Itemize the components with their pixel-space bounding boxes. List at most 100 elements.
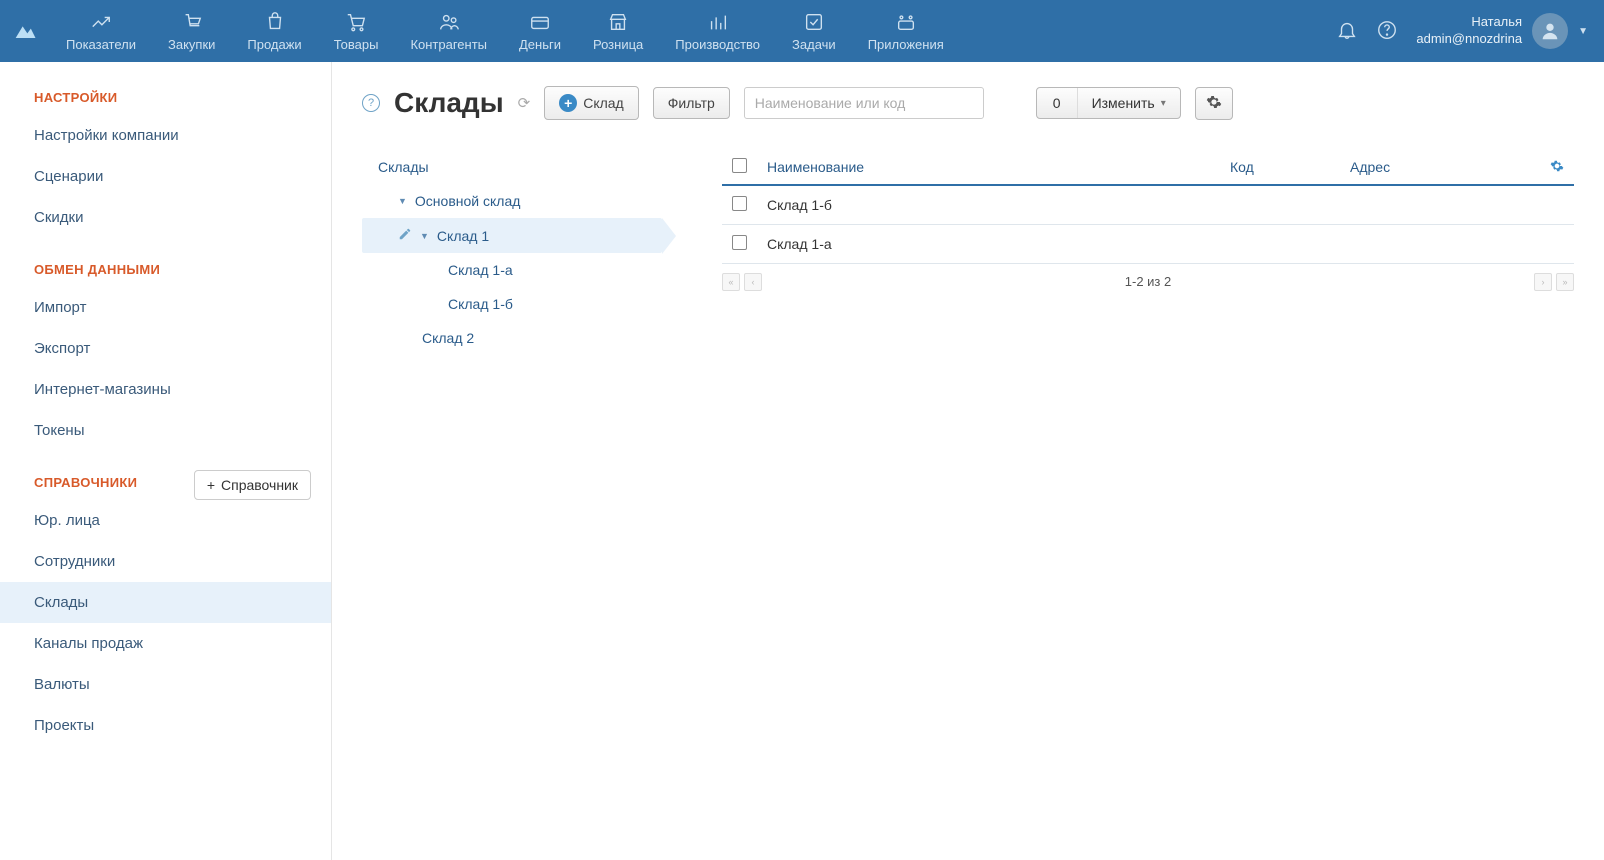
user-name: Наталья — [1416, 14, 1522, 31]
nav-label: Товары — [334, 37, 379, 52]
nav-label: Производство — [675, 37, 760, 52]
page-header: ? Склады ⟳ + Склад Фильтр 0 Изменить ▾ — [362, 86, 1574, 120]
tree-label: Склад 1-а — [448, 262, 513, 278]
tree-node-sklad1[interactable]: ▼ Склад 1 — [362, 218, 662, 253]
main-area: ? Склады ⟳ + Склад Фильтр 0 Изменить ▾ Ск… — [332, 62, 1604, 860]
plus-circle-icon: + — [559, 94, 577, 112]
sidebar-group-settings: НАСТРОЙКИ — [0, 84, 331, 115]
nav-tasks[interactable]: Задачи — [776, 3, 852, 60]
tree-node-main[interactable]: ▼Основной склад — [362, 184, 662, 218]
user-login: admin@nnozdrina — [1416, 31, 1522, 48]
sidebar-item-scenarios[interactable]: Сценарии — [0, 156, 331, 197]
nav-items: Показатели Закупки Продажи Товары Контра… — [50, 3, 1336, 60]
filter-label: Фильтр — [668, 95, 715, 111]
add-directory-label: Справочник — [221, 477, 298, 493]
nav-label: Показатели — [66, 37, 136, 52]
nav-apps[interactable]: Приложения — [852, 3, 960, 60]
change-count: 0 — [1037, 88, 1078, 118]
sidebar-item-sales-channels[interactable]: Каналы продаж — [0, 623, 331, 664]
row-checkbox[interactable] — [732, 196, 747, 211]
top-nav: Показатели Закупки Продажи Товары Контра… — [0, 0, 1604, 62]
user-menu[interactable]: Наталья admin@nnozdrina ▼ — [1416, 13, 1588, 49]
sidebar-item-ecommerce[interactable]: Интернет-магазины — [0, 369, 331, 410]
row-checkbox[interactable] — [732, 235, 747, 250]
tree-label: Склады — [378, 159, 429, 175]
add-directory-button[interactable]: + Справочник — [194, 470, 311, 500]
nav-label: Задачи — [792, 37, 836, 52]
tree-node-sklad1b[interactable]: Склад 1-б — [362, 287, 662, 321]
tree-label: Склад 1 — [437, 228, 489, 244]
add-warehouse-label: Склад — [583, 95, 624, 111]
tree-label: Склад 1-б — [448, 296, 513, 312]
caret-down-icon: ▾ — [1161, 98, 1166, 109]
settings-button[interactable] — [1195, 87, 1233, 120]
tree-label: Склад 2 — [422, 330, 474, 346]
nav-production[interactable]: Производство — [659, 3, 776, 60]
pager-next-icon[interactable]: › — [1534, 273, 1552, 291]
nav-retail[interactable]: Розница — [577, 3, 659, 60]
nav-right: Наталья admin@nnozdrina ▼ — [1336, 13, 1604, 49]
sidebar-item-import[interactable]: Импорт — [0, 287, 331, 328]
sidebar-item-company-settings[interactable]: Настройки компании — [0, 115, 331, 156]
sidebar-item-tokens[interactable]: Токены — [0, 410, 331, 451]
table-row[interactable]: Склад 1-б — [722, 185, 1574, 225]
pencil-icon[interactable] — [398, 227, 412, 244]
sidebar-item-currencies[interactable]: Валюты — [0, 664, 331, 705]
warehouse-tree: Склады ▼Основной склад ▼ Склад 1 Склад 1… — [362, 150, 662, 355]
pager: « ‹ 1-2 из 2 › » — [722, 264, 1574, 299]
help-icon[interactable] — [1376, 19, 1398, 44]
gear-icon[interactable] — [1550, 159, 1564, 173]
col-header-name[interactable]: Наименование — [757, 150, 1220, 185]
nav-label: Продажи — [247, 37, 301, 52]
bell-icon[interactable] — [1336, 19, 1358, 44]
pager-first-icon[interactable]: « — [722, 273, 740, 291]
nav-label: Розница — [593, 37, 643, 52]
tree-node-sklad2[interactable]: Склад 2 — [362, 321, 662, 355]
refresh-icon[interactable]: ⟳ — [518, 94, 531, 112]
nav-label: Приложения — [868, 37, 944, 52]
sidebar-item-warehouses[interactable]: Склады — [0, 582, 331, 623]
nav-label: Деньги — [519, 37, 561, 52]
nav-label: Закупки — [168, 37, 215, 52]
table-row[interactable]: Склад 1-а — [722, 225, 1574, 264]
page-help-icon[interactable]: ? — [362, 94, 380, 112]
sidebar-group-exchange: ОБМЕН ДАННЫМИ — [0, 256, 331, 287]
page-title: Склады — [394, 87, 504, 119]
avatar-icon — [1532, 13, 1568, 49]
tree-node-sklad1a[interactable]: Склад 1-а — [362, 253, 662, 287]
pager-last-icon[interactable]: » — [1556, 273, 1574, 291]
nav-purchases[interactable]: Закупки — [152, 3, 231, 60]
caret-down-icon: ▼ — [420, 231, 429, 241]
nav-sales[interactable]: Продажи — [231, 3, 317, 60]
col-header-address[interactable]: Адрес — [1340, 150, 1540, 185]
search-input[interactable] — [744, 87, 984, 119]
pager-text: 1-2 из 2 — [1125, 274, 1171, 289]
cell-name: Склад 1-а — [757, 225, 1220, 264]
change-label: Изменить — [1092, 95, 1155, 111]
sidebar-item-projects[interactable]: Проекты — [0, 705, 331, 746]
nav-indicators[interactable]: Показатели — [50, 3, 152, 60]
sidebar-item-export[interactable]: Экспорт — [0, 328, 331, 369]
sidebar-group-directories: СПРАВОЧНИКИ — [0, 469, 171, 500]
select-all-checkbox[interactable] — [732, 158, 747, 173]
sidebar-item-employees[interactable]: Сотрудники — [0, 541, 331, 582]
pager-prev-icon[interactable]: ‹ — [744, 273, 762, 291]
change-dropdown[interactable]: 0 Изменить ▾ — [1036, 87, 1181, 119]
nav-counterparties[interactable]: Контрагенты — [394, 3, 503, 60]
sidebar-item-discounts[interactable]: Скидки — [0, 197, 331, 238]
warehouse-table: Наименование Код Адрес Склад 1-б — [722, 150, 1574, 355]
app-logo[interactable] — [0, 17, 50, 45]
gear-icon — [1206, 94, 1222, 110]
add-warehouse-button[interactable]: + Склад — [544, 86, 639, 120]
filter-button[interactable]: Фильтр — [653, 87, 730, 119]
caret-down-icon: ▼ — [1578, 26, 1588, 37]
sidebar: НАСТРОЙКИ Настройки компании Сценарии Ск… — [0, 62, 332, 860]
tree-root[interactable]: Склады — [362, 150, 662, 184]
nav-products[interactable]: Товары — [318, 3, 395, 60]
nav-label: Контрагенты — [410, 37, 487, 52]
cell-name: Склад 1-б — [757, 185, 1220, 225]
plus-icon: + — [207, 477, 215, 493]
sidebar-item-legal-entities[interactable]: Юр. лица — [0, 500, 331, 541]
col-header-code[interactable]: Код — [1220, 150, 1340, 185]
nav-money[interactable]: Деньги — [503, 3, 577, 60]
